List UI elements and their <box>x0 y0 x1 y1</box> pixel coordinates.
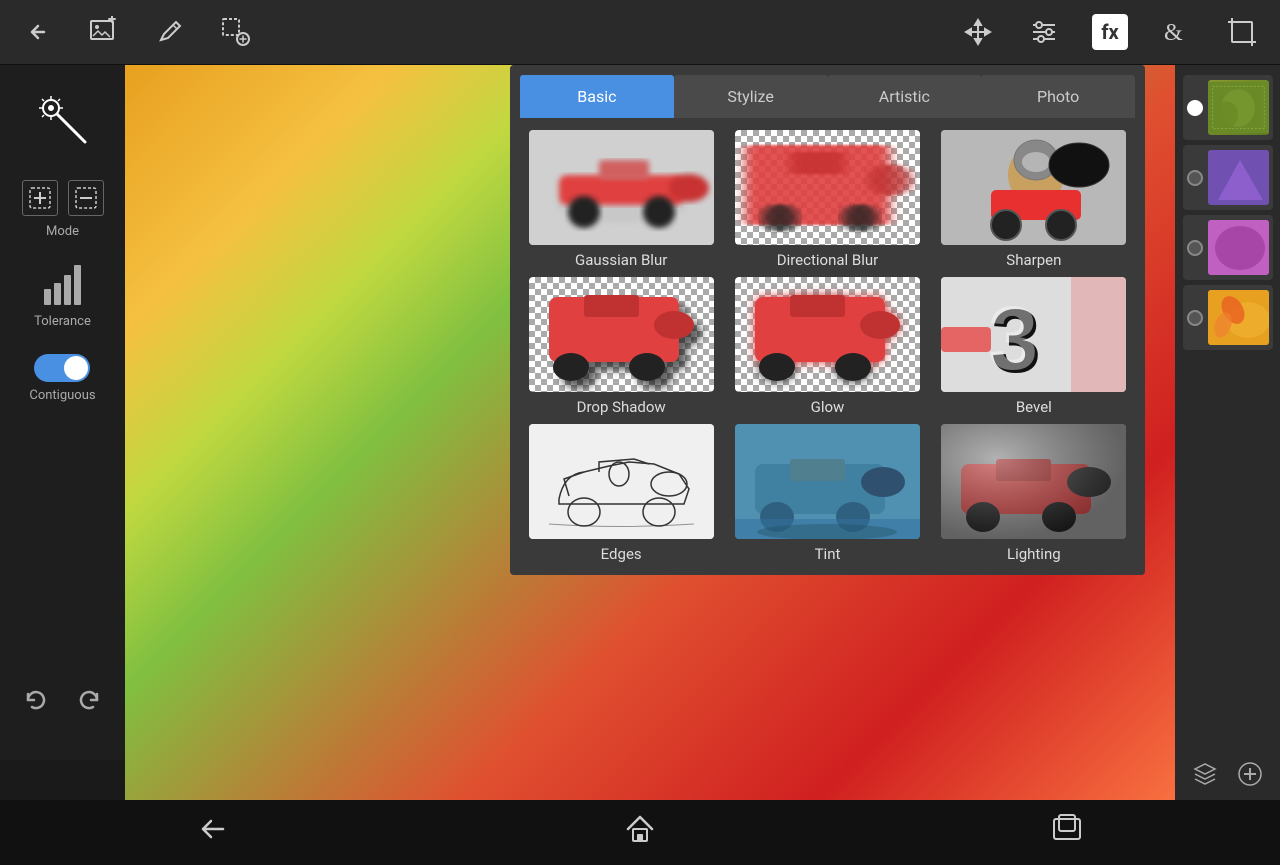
fx-item-bevel[interactable]: 3 3 Bevel <box>935 277 1133 416</box>
fx-item-gaussian-blur[interactable]: Gaussian Blur <box>522 130 720 269</box>
fx-item-glow[interactable]: Glow <box>728 277 926 416</box>
fx-tabs: Basic Stylize Artistic Photo <box>510 65 1145 118</box>
fx-label-sharpen: Sharpen <box>1006 251 1061 269</box>
back-button[interactable] <box>20 14 56 50</box>
fx-thumb-glow <box>735 277 920 392</box>
draw-button[interactable] <box>152 14 188 50</box>
fx-thumb-tint <box>735 424 920 539</box>
fx-item-lighting[interactable]: Lighting <box>935 424 1133 563</box>
back-nav-button[interactable] <box>195 811 231 854</box>
fx-thumb-directional-blur <box>735 130 920 245</box>
fx-label-edges: Edges <box>601 545 642 563</box>
undo-button[interactable] <box>22 686 50 720</box>
fx-item-sharpen[interactable]: Sharpen <box>935 130 1133 269</box>
contiguous-toggle[interactable] <box>34 354 90 382</box>
layer-thumb-2 <box>1208 150 1269 205</box>
layer-radio-1 <box>1187 100 1203 116</box>
contiguous-label: Contiguous <box>29 388 95 403</box>
add-mode-icon[interactable] <box>22 180 58 216</box>
fx-label-directional-blur: Directional Blur <box>777 251 879 269</box>
fx-thumb-drop-shadow <box>529 277 714 392</box>
fx-thumb-sharpen <box>941 130 1126 245</box>
fx-dialog: Basic Stylize Artistic Photo <box>510 65 1145 575</box>
layer-item-1[interactable] <box>1183 75 1273 140</box>
fx-item-tint[interactable]: Tint <box>728 424 926 563</box>
fx-label-drop-shadow: Drop Shadow <box>577 398 666 416</box>
mode-label: Mode <box>46 224 79 239</box>
layer-item-4[interactable] <box>1183 285 1273 350</box>
selection-button[interactable] <box>218 14 254 50</box>
layer-thumb-4 <box>1208 290 1269 345</box>
layer-radio-2 <box>1187 170 1203 186</box>
mode-icons-row <box>22 180 104 216</box>
subtract-mode-icon[interactable] <box>68 180 104 216</box>
fx-label-gaussian-blur: Gaussian Blur <box>575 251 667 269</box>
sidebar-bottom <box>0 670 125 735</box>
fx-thumb-gaussian-blur <box>529 130 714 245</box>
move-button[interactable] <box>960 14 996 50</box>
toggle-section: Contiguous <box>29 354 95 403</box>
tolerance-icon <box>40 264 84 308</box>
magic-wand-icon[interactable] <box>23 80 103 160</box>
add-image-button[interactable] <box>86 14 122 50</box>
layer-radio-3 <box>1187 240 1203 256</box>
toolbar-left <box>20 14 254 50</box>
fx-thumb-lighting <box>941 424 1126 539</box>
recent-nav-button[interactable] <box>1049 811 1085 854</box>
fx-item-drop-shadow[interactable]: Drop Shadow <box>522 277 720 416</box>
fx-thumb-edges <box>529 424 714 539</box>
main-area: Mode Tolerance Contiguous Basic Styli <box>0 65 1280 800</box>
svg-text:&: & <box>1164 20 1183 46</box>
fx-label-glow: Glow <box>811 398 845 416</box>
tab-basic[interactable]: Basic <box>520 75 674 118</box>
adjust-button[interactable] <box>1026 14 1062 50</box>
toggle-knob <box>64 356 88 380</box>
tolerance-label: Tolerance <box>34 314 91 329</box>
layer-radio-4 <box>1187 310 1203 326</box>
tab-photo[interactable]: Photo <box>981 75 1135 118</box>
layer-item-2[interactable] <box>1183 145 1273 210</box>
fx-grid: Gaussian Blur <box>510 118 1145 575</box>
canvas-area: Basic Stylize Artistic Photo <box>125 65 1175 800</box>
tab-stylize[interactable]: Stylize <box>674 75 828 118</box>
right-sidebar <box>1175 65 1280 800</box>
mode-section: Mode <box>22 180 104 239</box>
left-sidebar: Mode Tolerance Contiguous <box>0 65 125 760</box>
layer-thumb-3 <box>1208 220 1269 275</box>
crop-button[interactable] <box>1224 14 1260 50</box>
toolbar-right: fx & <box>960 14 1260 50</box>
layers-icon[interactable] <box>1192 761 1218 792</box>
layer-actions <box>1183 753 1273 800</box>
fx-label-lighting: Lighting <box>1007 545 1061 563</box>
layer-thumb-1 <box>1208 80 1269 135</box>
add-layer-button[interactable] <box>1237 761 1263 792</box>
home-nav-button[interactable] <box>622 811 658 854</box>
fx-label-tint: Tint <box>815 545 841 563</box>
combine-button[interactable]: & <box>1158 14 1194 50</box>
svg-text:3: 3 <box>988 289 1038 389</box>
tolerance-section: Tolerance <box>34 264 91 329</box>
fx-item-edges[interactable]: Edges <box>522 424 720 563</box>
redo-button[interactable] <box>75 686 103 720</box>
fx-item-directional-blur[interactable]: Directional Blur <box>728 130 926 269</box>
layer-item-3[interactable] <box>1183 215 1273 280</box>
fx-button[interactable]: fx <box>1092 14 1128 50</box>
fx-label-bevel: Bevel <box>1016 398 1052 416</box>
bottom-nav-bar <box>0 800 1280 865</box>
top-toolbar: fx & <box>0 0 1280 65</box>
tab-artistic[interactable]: Artistic <box>828 75 982 118</box>
fx-thumb-bevel: 3 3 <box>941 277 1126 392</box>
